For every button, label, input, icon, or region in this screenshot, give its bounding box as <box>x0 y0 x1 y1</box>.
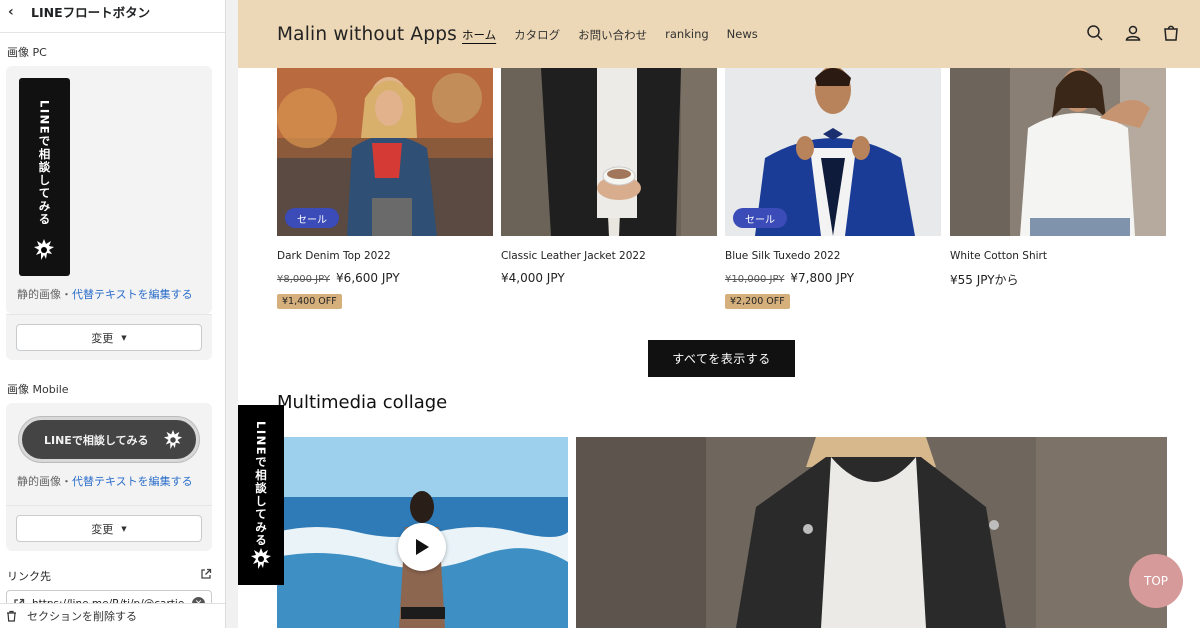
mobile-change-row: 変更 ▼ <box>6 505 212 551</box>
product-card[interactable]: Classic Leather Jacket 2022 ¥4,000 JPY <box>501 68 717 285</box>
view-all-button[interactable]: すべてを表示する <box>648 340 795 377</box>
link-label-row: リンク先 <box>0 568 225 584</box>
product-name[interactable]: White Cotton Shirt <box>950 250 1166 262</box>
section-editor-panel: ‹ LINEフロートボタン 画像 PC LINEで相談してみる 静的画像・代替テ… <box>0 0 226 628</box>
back-chevron-icon[interactable]: ‹ <box>8 5 24 19</box>
compare-price: ¥10,000 JPY <box>725 274 785 285</box>
nav-item-home[interactable]: ホーム <box>462 27 496 43</box>
price-row: ¥10,000 JPY ¥7,800 JPY <box>725 271 941 285</box>
price-row: ¥4,000 JPY <box>501 271 717 285</box>
nav-item-ranking[interactable]: ranking <box>665 27 709 43</box>
header-icons <box>1086 24 1180 42</box>
caret-down-icon: ▼ <box>121 524 127 533</box>
product-card[interactable]: White Cotton Shirt ¥55 JPYから <box>950 68 1166 288</box>
line-float-button[interactable]: LINEで相談してみる <box>238 405 284 585</box>
mobile-line-banner-image: LINEで相談してみる <box>19 417 199 462</box>
image-pc-preview-card[interactable]: LINEで相談してみる 静的画像・代替テキストを編集する <box>6 66 212 314</box>
nav-item-news[interactable]: News <box>727 27 758 43</box>
discount-badge: ¥2,200 OFF <box>725 294 790 309</box>
search-icon[interactable] <box>1086 24 1104 42</box>
sale-price: ¥7,800 JPY <box>790 271 855 285</box>
panel-title: LINEフロートボタン <box>31 5 151 20</box>
compare-price: ¥8,000 JPY <box>277 274 331 285</box>
product-card[interactable]: セール Dark Denim Top 2022 ¥8,000 JPY ¥6,60… <box>277 68 493 309</box>
play-icon <box>416 539 429 555</box>
store-preview: Malin without Apps ホーム カタログ お問い合わせ ranki… <box>238 0 1200 628</box>
pc-line-banner-image: LINEで相談してみる <box>19 78 70 276</box>
link-label: リンク先 <box>7 570 51 583</box>
product-image[interactable]: セール <box>277 68 493 236</box>
pc-change-row: 変更 ▼ <box>6 314 212 360</box>
product-image[interactable] <box>501 68 717 236</box>
collage-image[interactable] <box>576 437 1167 628</box>
section-title: Multimedia collage <box>277 392 448 413</box>
product-image[interactable] <box>950 68 1166 236</box>
mobile-change-button[interactable]: 変更 ▼ <box>16 515 202 542</box>
cart-icon[interactable] <box>1162 24 1180 42</box>
pc-banner-text: LINEで相談してみる <box>37 100 52 227</box>
image-pc-label: 画像 PC <box>7 46 47 59</box>
product-name[interactable]: Classic Leather Jacket 2022 <box>501 250 717 262</box>
sale-price: ¥6,600 JPY <box>336 271 400 285</box>
trash-icon <box>7 610 16 622</box>
edit-alt-text-link[interactable]: 代替テキストを編集する <box>72 475 193 488</box>
image-mobile-preview-card[interactable]: LINEで相談してみる 静的画像・代替テキストを編集する <box>6 403 212 505</box>
store-logo[interactable]: Malin without Apps <box>277 24 457 45</box>
pc-change-button[interactable]: 変更 ▼ <box>16 324 202 351</box>
price-row: ¥8,000 JPY ¥6,600 JPY <box>277 271 493 285</box>
image-mobile-label: 画像 Mobile <box>7 383 69 396</box>
discount-badge: ¥1,400 OFF <box>277 294 342 309</box>
delete-section-button[interactable]: セクションを削除する <box>0 603 225 628</box>
pc-image-caption: 静的画像・代替テキストを編集する <box>17 288 193 301</box>
collage-video[interactable] <box>277 437 568 628</box>
account-icon[interactable] <box>1124 24 1142 42</box>
caret-down-icon: ▼ <box>121 333 127 342</box>
store-header: Malin without Apps ホーム カタログ お問い合わせ ranki… <box>238 0 1200 68</box>
float-button-text: LINEで相談してみる <box>254 421 268 548</box>
panel-header: ‹ LINEフロートボタン <box>0 0 225 23</box>
mascot-icon <box>34 239 54 260</box>
product-image[interactable]: セール <box>725 68 941 236</box>
mobile-image-caption: 静的画像・代替テキストを編集する <box>17 475 193 488</box>
external-link-icon[interactable] <box>200 568 212 580</box>
product-name[interactable]: Blue Silk Tuxedo 2022 <box>725 250 941 262</box>
divider <box>0 32 225 33</box>
price-row: ¥55 JPYから <box>950 271 1166 288</box>
nav-item-catalog[interactable]: カタログ <box>514 27 560 43</box>
nav-item-contact[interactable]: お問い合わせ <box>578 27 647 43</box>
price: ¥4,000 JPY <box>501 271 565 285</box>
play-button[interactable] <box>398 523 446 571</box>
mascot-icon <box>251 548 271 569</box>
main-nav: ホーム カタログ お問い合わせ ranking News <box>462 27 758 43</box>
sale-badge: セール <box>285 208 339 228</box>
edit-alt-text-link[interactable]: 代替テキストを編集する <box>72 288 193 301</box>
mascot-icon <box>163 430 183 450</box>
price: ¥55 JPYから <box>950 273 1019 287</box>
sale-badge: セール <box>733 208 787 228</box>
product-name[interactable]: Dark Denim Top 2022 <box>277 250 493 262</box>
product-card[interactable]: セール Blue Silk Tuxedo 2022 ¥10,000 JPY ¥7… <box>725 68 941 309</box>
scroll-top-button[interactable]: TOP <box>1129 554 1183 608</box>
